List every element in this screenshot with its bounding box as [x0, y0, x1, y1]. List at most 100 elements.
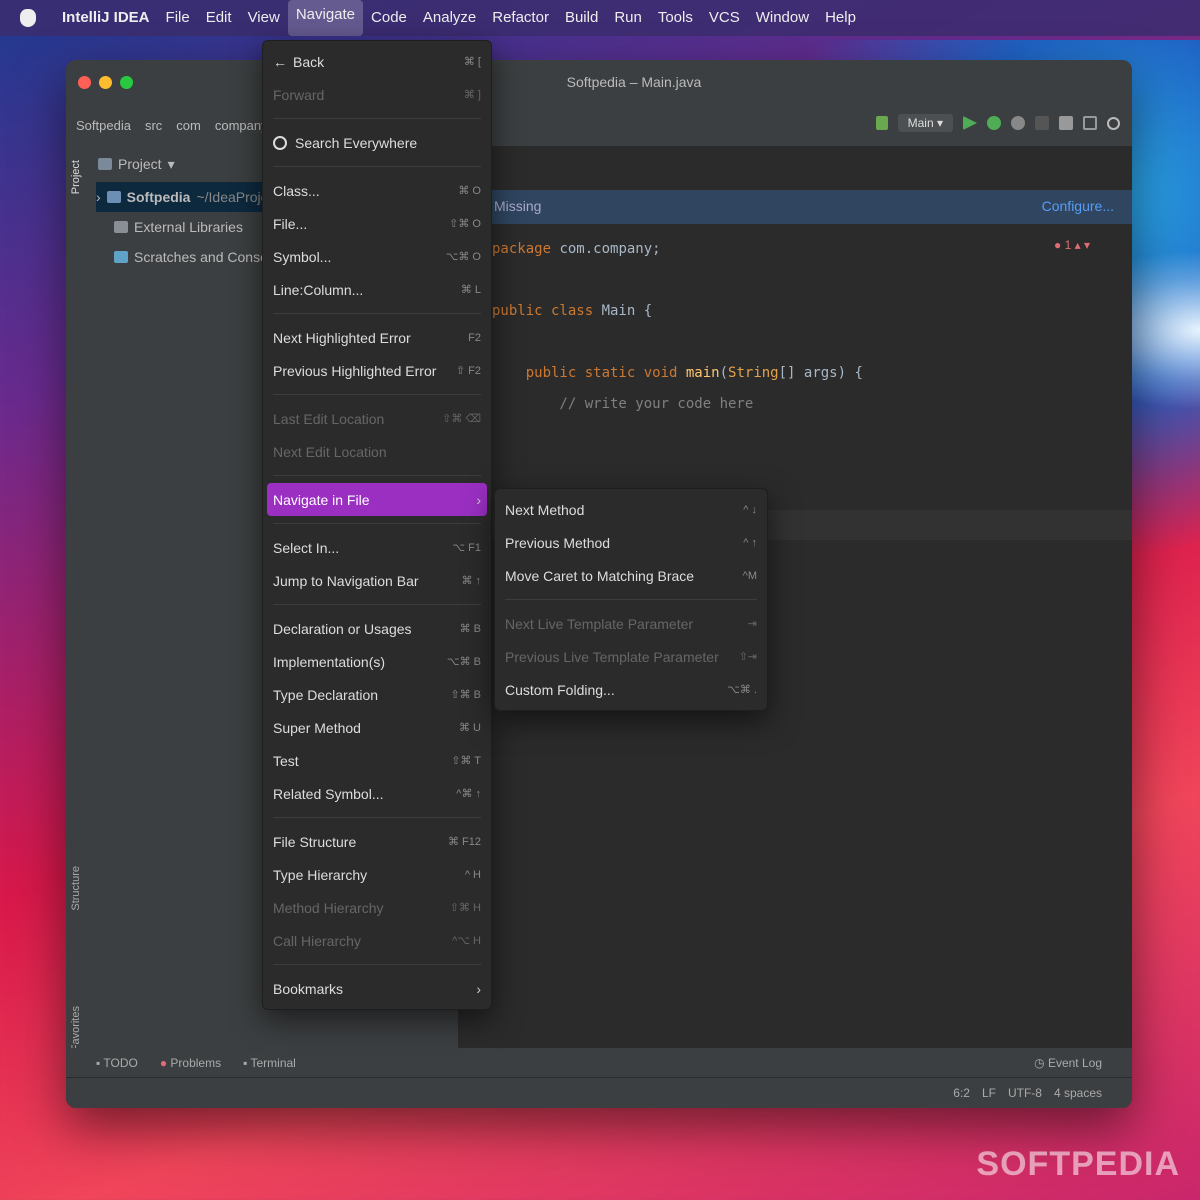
hammer-icon[interactable] [875, 116, 888, 130]
menu-item-symbol[interactable]: Symbol... ⌥⌘ O [263, 240, 491, 273]
menu-item-type-hierarchy[interactable]: Type Hierarchy ^ H [263, 858, 491, 891]
menubar-window[interactable]: Window [748, 0, 817, 36]
menubar-analyze[interactable]: Analyze [415, 0, 484, 36]
menu-item-next-highlighted-error[interactable]: Next Highlighted Error F2 [263, 321, 491, 354]
menubar-vcs[interactable]: VCS [701, 0, 748, 36]
menubar-run[interactable]: Run [606, 0, 650, 36]
menu-separator [273, 817, 481, 818]
menu-item-navigate-in-file[interactable]: Navigate in File › [267, 483, 487, 516]
structure-tool-tab[interactable]: Structure [70, 866, 82, 911]
menu-item-search-everywhere[interactable]: Search Everywhere [263, 126, 491, 159]
menu-item-shortcut: ^ ↓ [743, 503, 757, 516]
project-tool-tab[interactable]: Project [70, 160, 82, 194]
menu-item-previous-highlighted-error[interactable]: Previous Highlighted Error ⇧ F2 [263, 354, 491, 387]
menu-item-shortcut: ⌘ [ [463, 56, 481, 68]
folder-icon [114, 221, 128, 233]
breadcrumb-item[interactable]: com [176, 118, 201, 133]
menubar-code[interactable]: Code [363, 0, 415, 36]
menu-item-next-method[interactable]: Next Method ^ ↓ [495, 493, 767, 526]
menu-item-shortcut: ⌥⌘ . [727, 684, 757, 696]
debug-icon[interactable] [987, 116, 1001, 130]
menu-item-shortcut: ⌘ ] [463, 89, 481, 101]
menu-item-shortcut: ^ ↑ [743, 536, 757, 549]
tool-tab-terminal[interactable]: ▪ Terminal [243, 1056, 296, 1070]
chevron-right-icon[interactable]: › [96, 189, 101, 205]
breadcrumb-item[interactable]: company [215, 118, 268, 133]
status-item[interactable]: 6:2 [953, 1086, 970, 1100]
menu-item-previous-method[interactable]: Previous Method ^ ↑ [495, 526, 767, 559]
menu-item-label: Back [293, 53, 325, 70]
menu-item-custom-folding[interactable]: Custom Folding... ⌥⌘ . [495, 673, 767, 706]
menu-item-file-structure[interactable]: File Structure ⌘ F12 [263, 825, 491, 858]
menu-item-back[interactable]: ← Back ⌘ [ [263, 45, 491, 78]
chevron-down-icon: ▾ [167, 155, 175, 172]
menu-item-shortcut: F2 [468, 331, 481, 344]
configure-link[interactable]: Configure... [1042, 198, 1114, 214]
code-token: String [728, 365, 779, 381]
code-token: public static void [492, 365, 686, 381]
menu-item-next-edit-location: Next Edit Location [263, 435, 491, 468]
status-item[interactable]: 4 spaces [1054, 1086, 1102, 1100]
navigation-toolbar: Softpedia src com company Main ▾ [66, 106, 1132, 147]
back-arrow-icon: ← [273, 53, 287, 70]
menu-item-super-method[interactable]: Super Method ⌘ U [263, 711, 491, 744]
menubar-edit[interactable]: Edit [198, 0, 240, 36]
stop-icon[interactable] [1035, 116, 1049, 130]
menu-item-shortcut: ⇧⌘ ⌫ [442, 413, 481, 425]
menu-item-label: Test [273, 752, 299, 769]
status-item[interactable]: UTF-8 [1008, 1086, 1042, 1100]
banner-text: Missing [494, 198, 542, 214]
menu-separator [273, 964, 481, 965]
menu-item-shortcut: ⇧⌘ B [450, 689, 481, 701]
error-indicator[interactable]: ● 1 ▴ ▾ [1054, 238, 1090, 252]
navigate-menu: ← Back ⌘ [ Forward ⌘ ] Search Everywhere Class… [262, 40, 492, 1010]
run-config-select[interactable]: Main ▾ [897, 114, 953, 132]
menu-item-type-declaration[interactable]: Type Declaration ⇧⌘ B [263, 678, 491, 711]
menu-item-related-symbol[interactable]: Related Symbol... ^⌘ ↑ [263, 777, 491, 810]
menubar-help[interactable]: Help [817, 0, 864, 36]
menu-item-class[interactable]: Class... ⌘ O [263, 174, 491, 207]
menu-item-previous-live-template-parameter: Previous Live Template Parameter ⇧⇥ [495, 640, 767, 673]
menubar-build[interactable]: Build [557, 0, 606, 36]
menu-item-declaration-or-usages[interactable]: Declaration or Usages ⌘ B [263, 612, 491, 645]
menubar-navigate[interactable]: Navigate [287, 0, 364, 36]
menubar-tools[interactable]: Tools [650, 0, 701, 36]
menubar-view[interactable]: View [240, 0, 288, 36]
status-item[interactable]: LF [982, 1086, 996, 1100]
menu-item-label: Forward [273, 86, 325, 103]
coverage-icon[interactable] [1011, 116, 1025, 130]
menubar-file[interactable]: File [158, 0, 198, 36]
menubar-refactor[interactable]: Refactor [484, 0, 557, 36]
chevron-right-icon: › [476, 491, 481, 508]
menu-item-jump-to-navigation-bar[interactable]: Jump to Navigation Bar ⌘ ↑ [263, 564, 491, 597]
menu-item-shortcut: ⇧ F2 [455, 365, 481, 377]
menubar-intellij-idea[interactable]: IntelliJ IDEA [54, 0, 158, 36]
menu-item-file[interactable]: File... ⇧⌘ O [263, 207, 491, 240]
menu-item-bookmarks[interactable]: Bookmarks › [263, 972, 491, 1005]
breadcrumb-item[interactable]: src [145, 118, 162, 133]
project-structure-icon[interactable] [1059, 116, 1073, 130]
layout-icon[interactable] [1083, 116, 1097, 130]
code-token: ( [719, 365, 729, 381]
tool-tab-todo[interactable]: ▪ TODO [96, 1056, 138, 1070]
title-bar: Softpedia – Main.java [66, 60, 1132, 106]
breadcrumb-item[interactable]: Softpedia [76, 118, 131, 133]
menu-item-implementation-s[interactable]: Implementation(s) ⌥⌘ B [263, 645, 491, 678]
event-log-button[interactable]: ◷ Event Log [1034, 1056, 1102, 1070]
menu-item-label: Next Live Template Parameter [505, 615, 694, 632]
run-icon[interactable] [963, 116, 977, 130]
search-icon[interactable] [1107, 116, 1120, 130]
menu-item-label: Class... [273, 182, 320, 199]
favorites-tool-tab[interactable]: Favorites [70, 1006, 82, 1051]
menu-item-select-in[interactable]: Select In... ⌥ F1 [263, 531, 491, 564]
menu-item-move-caret-to-matching-brace[interactable]: Move Caret to Matching Brace ^M [495, 559, 767, 592]
menu-item-line-column[interactable]: Line:Column... ⌘ L [263, 273, 491, 306]
tool-tab-problems[interactable]: ● Problems [160, 1056, 221, 1070]
folder-icon [106, 191, 121, 203]
macos-menubar: IntelliJ IDEA File Edit View Navigate Code Ana… [0, 0, 1200, 36]
code-token: package [492, 241, 560, 257]
window-title: Softpedia – Main.java [566, 74, 702, 90]
menu-item-test[interactable]: Test ⇧⌘ T [263, 744, 491, 777]
code-text: package com.company; public class Main { … [492, 234, 863, 420]
apple-icon[interactable] [20, 9, 36, 27]
